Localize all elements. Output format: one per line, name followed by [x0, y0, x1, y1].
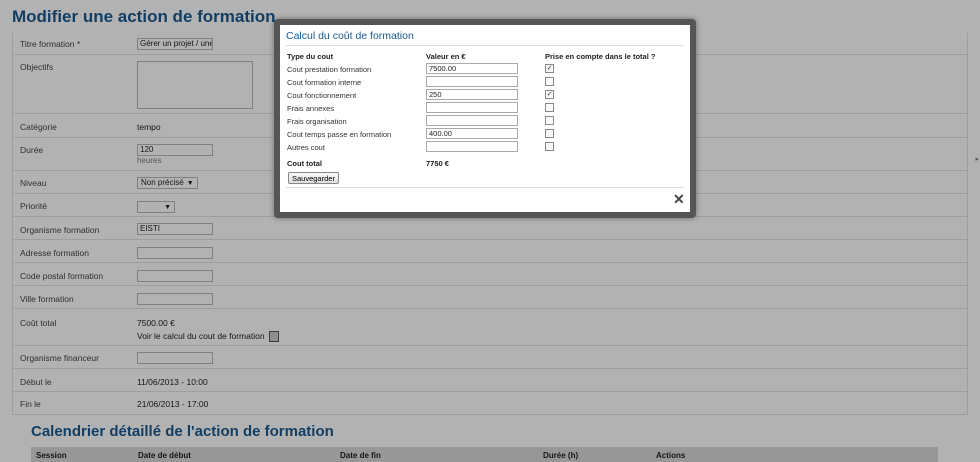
include-checkbox[interactable] [545, 77, 554, 86]
cost-row: Autres cout [287, 141, 687, 154]
close-icon[interactable]: ✕ [673, 191, 685, 208]
include-checkbox[interactable]: ✓ [545, 90, 554, 99]
column-header-include: Prise en compte dans le total ? [545, 52, 656, 61]
cost-value-input[interactable]: 250 [426, 89, 518, 100]
cost-label: Frais organisation [287, 117, 347, 126]
cost-value-input[interactable] [426, 115, 518, 126]
divider [286, 187, 684, 188]
column-header-type: Type du cout [287, 52, 334, 61]
cost-value-input[interactable]: 7500.00 [426, 63, 518, 74]
cost-value-input[interactable] [426, 141, 518, 152]
save-button[interactable]: Sauvegarder [288, 172, 339, 184]
include-checkbox[interactable] [545, 142, 554, 151]
cost-label: Cout fonctionnement [287, 91, 357, 100]
cost-label: Frais annexes [287, 104, 335, 113]
cost-label: Autres cout [287, 143, 325, 152]
cost-row: Cout formation interne [287, 76, 687, 89]
cost-value-input[interactable]: 400.00 [426, 128, 518, 139]
modal-frame: Calcul du coût de formation Type du cout… [274, 19, 696, 218]
cost-value-input[interactable] [426, 76, 518, 87]
include-checkbox[interactable] [545, 103, 554, 112]
include-checkbox[interactable]: ✓ [545, 64, 554, 73]
cost-row: Cout prestation formation 7500.00 ✓ [287, 63, 687, 76]
cost-total-value: 7750 € [426, 159, 449, 168]
cost-total-label: Cout total [287, 159, 322, 168]
cost-row: Cout fonctionnement 250 ✓ [287, 89, 687, 102]
cost-row: Cout temps passe en formation 400.00 [287, 128, 687, 141]
scroll-right-icon[interactable]: ▸ [975, 155, 979, 163]
cost-row: Frais annexes [287, 102, 687, 115]
cost-value-input[interactable] [426, 102, 518, 113]
cost-row: Frais organisation [287, 115, 687, 128]
column-header-value: Valeur en € [426, 52, 466, 61]
cost-label: Cout temps passe en formation [287, 130, 392, 139]
cost-label: Cout prestation formation [287, 65, 372, 74]
include-checkbox[interactable] [545, 129, 554, 138]
modal-title: Calcul du coût de formation [286, 30, 414, 42]
divider [286, 45, 684, 46]
include-checkbox[interactable] [545, 116, 554, 125]
cost-label: Cout formation interne [287, 78, 362, 87]
cost-modal: Calcul du coût de formation Type du cout… [280, 25, 690, 212]
